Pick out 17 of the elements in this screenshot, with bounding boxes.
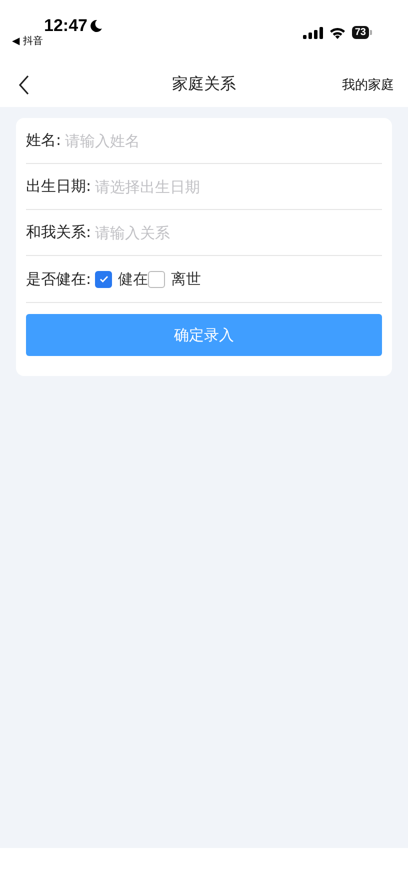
battery-icon: 73 bbox=[352, 26, 372, 39]
page-title: 家庭关系 bbox=[172, 74, 236, 95]
back-icon[interactable] bbox=[18, 74, 30, 94]
my-family-link[interactable]: 我的家庭 bbox=[342, 76, 394, 94]
option-label: 离世 bbox=[171, 270, 202, 288]
checkbox[interactable] bbox=[95, 270, 112, 288]
checkbox[interactable] bbox=[148, 270, 166, 288]
moon-icon bbox=[89, 19, 104, 33]
back-to-app-link[interactable]: ◀ 抖音 bbox=[12, 34, 104, 48]
option-label: 健在 bbox=[118, 270, 148, 288]
field-label: 和我关系: bbox=[26, 223, 92, 242]
field-label: 是否健在: bbox=[26, 270, 92, 288]
signal-icon bbox=[302, 26, 323, 38]
field-label: 出生日期: bbox=[26, 177, 92, 196]
status-time: 12:47 bbox=[44, 16, 88, 36]
wifi-icon bbox=[328, 26, 346, 38]
field-label: 姓名: bbox=[26, 131, 62, 150]
